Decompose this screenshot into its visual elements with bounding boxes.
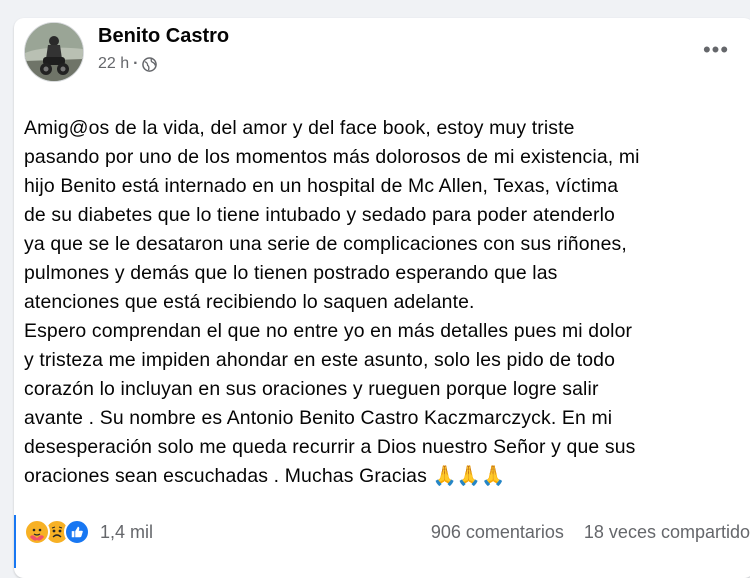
post-line: Espero comprendan el que no entre yo en …	[24, 320, 633, 342]
post-line: atenciones que está recibiendo lo saquen…	[24, 291, 475, 313]
post-line: y tristeza me impiden ahondar en este as…	[24, 349, 616, 371]
comments-count[interactable]: 906 comentarios	[431, 522, 564, 543]
shares-count[interactable]: 18 veces compartido	[584, 522, 750, 543]
meta-separator: ·	[133, 55, 139, 72]
post-line: desesperación solo me queda recurrir a D…	[24, 436, 636, 458]
care-reaction-icon	[24, 519, 50, 545]
author-name[interactable]: Benito Castro	[98, 25, 229, 48]
post-line: avante . Su nombre es Antonio Benito Cas…	[24, 407, 613, 429]
post-footer: 1,4 mil 906 comentarios 18 veces compart…	[24, 517, 750, 547]
reaction-icons[interactable]	[24, 519, 90, 545]
more-options-icon[interactable]: •••	[698, 32, 734, 68]
avatar-photo-icon	[25, 23, 83, 81]
like-reaction-icon	[64, 519, 90, 545]
post-header: Benito Castro 22 h · •••	[24, 22, 734, 82]
focus-accent-bar	[14, 515, 16, 568]
post-line: de su diabetes que lo tiene intubado y s…	[24, 204, 615, 226]
post-body: Amig@os de la vida, del amor y del face …	[24, 114, 734, 491]
post-line: Amig@os de la vida, del amor y del face …	[24, 117, 575, 139]
reaction-count[interactable]: 1,4 mil	[100, 522, 153, 543]
post-meta: 22 h ·	[98, 55, 158, 73]
post-line: ya que se le desataron una serie de comp…	[24, 233, 627, 255]
post-line: corazón lo incluyan en sus oraciones y r…	[24, 378, 599, 400]
post-timestamp[interactable]: 22 h	[98, 55, 129, 73]
globe-icon[interactable]	[142, 56, 158, 72]
engagement-stats: 906 comentarios 18 veces compartido	[431, 522, 750, 543]
post-line: pulmones y demás que lo tienen postrado …	[24, 262, 558, 284]
avatar[interactable]	[24, 22, 84, 82]
post-line: hijo Benito está internado en un hospita…	[24, 175, 619, 197]
post-line: oraciones sean escuchadas . Muchas Graci…	[24, 465, 506, 487]
post-line: pasando por uno de los momentos más dolo…	[24, 146, 640, 168]
